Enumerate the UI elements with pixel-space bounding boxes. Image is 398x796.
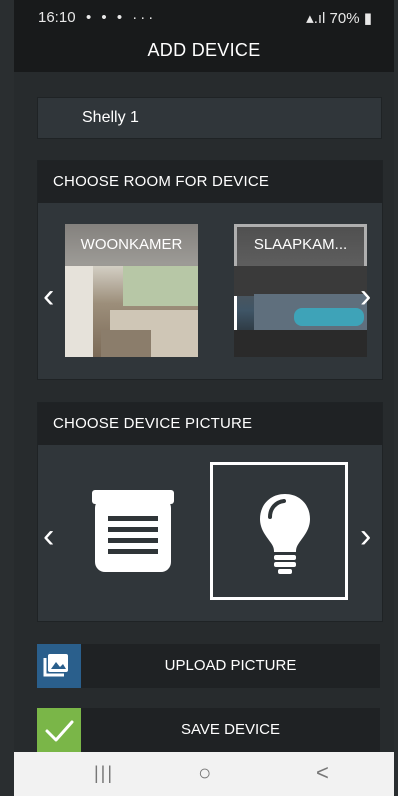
room-card-woonkamer[interactable]: WOONKAMER xyxy=(65,224,198,357)
room-section: CHOOSE ROOM FOR DEVICE ‹ WOONKAMER SLAAP… xyxy=(37,160,383,380)
battery-icon: ▮ xyxy=(359,10,372,27)
status-time: 16:10 xyxy=(38,9,76,26)
device-name-value: Shelly 1 xyxy=(82,109,139,126)
room-photo xyxy=(65,266,198,357)
room-label-bg: SLAAPKAM... xyxy=(234,224,367,266)
navigation-bar: ||| ○ < xyxy=(14,752,394,796)
device-picture-section-title: CHOOSE DEVICE PICTURE xyxy=(53,415,253,432)
battery-percentage: 70% xyxy=(329,10,360,27)
room-next-arrow-icon[interactable]: › xyxy=(360,277,371,316)
light-bulb-icon xyxy=(260,494,310,574)
upload-picture-button[interactable]: UPLOAD PICTURE xyxy=(37,644,380,688)
save-device-label: SAVE DEVICE xyxy=(181,721,280,738)
checkmark-icon xyxy=(37,708,81,752)
gallery-icon xyxy=(37,644,81,688)
device-name-field[interactable]: Shelly 1 xyxy=(37,97,382,139)
room-prev-arrow-icon[interactable]: ‹ xyxy=(43,277,54,316)
room-photo xyxy=(234,266,367,357)
room-label: SLAAPKAM... xyxy=(253,236,348,253)
device-picture-section-header: CHOOSE DEVICE PICTURE xyxy=(38,403,382,445)
room-card-slaapkamer[interactable]: SLAAPKAM... xyxy=(234,224,367,357)
room-label: WOONKAMER xyxy=(80,236,183,253)
picture-prev-arrow-icon[interactable]: ‹ xyxy=(43,517,54,556)
home-icon[interactable]: ○ xyxy=(198,760,211,786)
recent-apps-icon[interactable]: ||| xyxy=(94,763,114,784)
room-section-title: CHOOSE ROOM FOR DEVICE xyxy=(53,173,270,190)
battery-status: ▴.ıl 70% ▮ xyxy=(306,9,372,27)
upload-picture-label: UPLOAD PICTURE xyxy=(164,657,297,674)
room-section-header: CHOOSE ROOM FOR DEVICE xyxy=(38,161,382,203)
room-label-bg: WOONKAMER xyxy=(65,224,198,266)
status-icons: • • • ··· xyxy=(86,9,157,26)
save-device-button[interactable]: SAVE DEVICE xyxy=(37,708,380,752)
picture-next-arrow-icon[interactable]: › xyxy=(360,517,371,556)
back-icon[interactable]: < xyxy=(316,760,329,786)
app-screen: 16:10 • • • ··· ▴.ıl 70% ▮ ADD DEVICE Sh… xyxy=(14,0,394,796)
signal-icon: ▴.ıl xyxy=(306,10,330,27)
title-bar: ADD DEVICE xyxy=(14,34,394,72)
status-bar: 16:10 • • • ··· ▴.ıl 70% ▮ xyxy=(14,0,394,34)
blinds-icon[interactable] xyxy=(92,490,174,574)
page-title: ADD DEVICE xyxy=(147,40,261,60)
